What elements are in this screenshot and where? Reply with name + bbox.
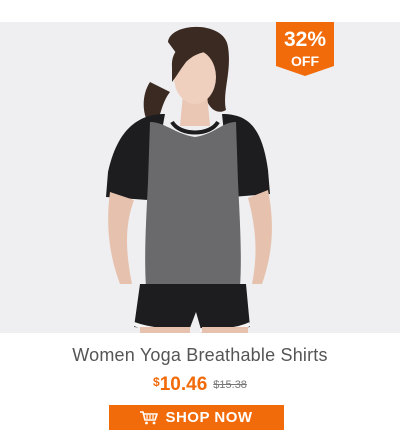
discount-percent: 32% bbox=[283, 28, 327, 51]
original-price: $15.38 bbox=[213, 379, 247, 391]
discount-label: OFF bbox=[291, 53, 319, 69]
product-photo-illustration bbox=[0, 22, 400, 333]
product-image[interactable] bbox=[0, 22, 400, 333]
shopping-cart-icon bbox=[140, 410, 159, 425]
currency-symbol: $ bbox=[153, 375, 160, 389]
sale-price: 10.46 bbox=[159, 374, 208, 395]
product-title[interactable]: Women Yoga Breathable Shirts bbox=[0, 345, 400, 366]
product-card: 32% OFF Women Yoga Breathable Shirts $10… bbox=[0, 0, 400, 447]
discount-badge: 32% OFF bbox=[276, 22, 334, 76]
shop-now-label: SHOP NOW bbox=[165, 409, 253, 426]
price-row: $10.46 $15.38 bbox=[0, 374, 400, 396]
shop-now-button[interactable]: SHOP NOW bbox=[109, 405, 284, 430]
